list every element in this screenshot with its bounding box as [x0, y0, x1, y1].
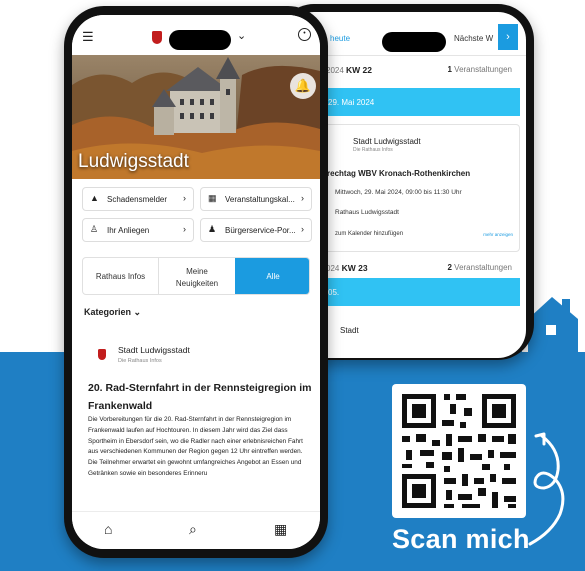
warning-icon: ▲ — [90, 193, 99, 203]
event-org-sub: Die Rathaus Infos — [353, 147, 393, 153]
quick-button-label: Bürgerservice-Por... — [225, 226, 296, 235]
dynamic-island — [382, 32, 446, 52]
chevron-right-icon: › — [183, 193, 186, 203]
chevron-right-icon: › — [301, 224, 304, 234]
event-time: Mittwoch, 29. Mai 2024, 09:00 bis 11:30 … — [335, 189, 462, 196]
calendar-icon[interactable]: ▦ — [274, 521, 287, 538]
calendar-icon: ▦ — [208, 193, 217, 203]
coat-of-arms-icon — [98, 349, 106, 360]
show-more-link[interactable]: mehr anzeigen — [483, 232, 513, 237]
tab-label: Alle — [266, 272, 280, 281]
curved-arrow-icon — [528, 432, 565, 546]
city-name: Ludwigsstadt — [78, 151, 189, 172]
quick-button-veranstaltungskalender[interactable]: ▦ Veranstaltungskal... › — [200, 187, 312, 211]
feed-tabs: Rathaus Infos Meine Neuigkeiten Alle — [82, 257, 310, 295]
user-circle-icon[interactable]: • — [298, 28, 311, 41]
chevron-right-icon: › — [183, 224, 186, 234]
event-count-label: Veranstaltungen — [454, 263, 512, 272]
news-org: Stadt Ludwigsstadt — [118, 345, 190, 355]
event-card[interactable]: Stadt Ludwigsstadt Die Rathaus Infos rec… — [322, 124, 520, 252]
categories-label: Kategorien — [84, 307, 132, 317]
home-screen: ☰ ⌄ • 🔔 Ludwigsstadt ▲ Schadensmelder › … — [72, 15, 320, 549]
tab-today[interactable]: heute — [330, 34, 350, 43]
top-bar: ☰ ⌄ • — [72, 15, 320, 55]
dynamic-island — [169, 30, 231, 50]
hamburger-menu-icon[interactable]: ☰ — [82, 29, 94, 45]
coat-of-arms-icon — [152, 31, 162, 44]
quick-button-buergerservice[interactable]: ♟ Bürgerservice-Por... › — [200, 218, 312, 242]
event-count-label: Veranstaltungen — [454, 65, 512, 74]
tab-meine-neuigkeiten[interactable]: Meine Neuigkeiten — [159, 258, 235, 294]
week-number: KW 23 — [341, 263, 368, 273]
scan-me-label: Scan mich — [392, 524, 530, 554]
quick-button-schadensmelder[interactable]: ▲ Schadensmelder › — [82, 187, 194, 211]
quick-button-label: Ihr Anliegen — [107, 226, 150, 235]
chevron-right-icon[interactable]: › — [498, 24, 518, 50]
tab-next-week[interactable]: Nächste W — [454, 34, 493, 43]
tab-rathaus-infos[interactable]: Rathaus Infos — [83, 258, 159, 294]
search-icon[interactable]: ⌕ — [189, 521, 197, 538]
event-count: 2 — [447, 263, 452, 272]
home-icon[interactable]: ⌂ — [104, 521, 112, 537]
chevron-down-icon: ⌄ — [133, 307, 142, 317]
home-phone: ☰ ⌄ • 🔔 Ludwigsstadt ▲ Schadensmelder › … — [64, 6, 328, 558]
chevron-right-icon: › — [301, 193, 304, 203]
tab-alle[interactable]: Alle — [235, 258, 309, 294]
quick-button-anliegen[interactable]: ♙ Ihr Anliegen › — [82, 218, 194, 242]
event-org: Stadt — [340, 326, 359, 335]
week-year: 2024 — [326, 66, 344, 75]
categories-dropdown[interactable]: Kategorien ⌄ — [84, 307, 141, 318]
week-number: KW 22 — [346, 65, 373, 75]
date-label: 29. Mai 2024 — [328, 98, 375, 107]
quick-button-label: Veranstaltungskal... — [225, 195, 295, 204]
news-body: Die Vorbereitungen für die 20. Rad-Stern… — [88, 416, 303, 477]
news-title[interactable]: 20. Rad-Sternfahrt in der Rennsteigregio… — [88, 379, 312, 415]
tab-label: Meine Neuigkeiten — [175, 267, 219, 288]
date-label: 05. — [328, 288, 340, 297]
news-org-sub: Die Rathaus Infos — [118, 358, 162, 364]
people-icon: ♟ — [208, 224, 217, 234]
chevron-down-icon[interactable]: ⌄ — [237, 29, 246, 42]
date-header: 05. — [322, 278, 520, 306]
quick-button-label: Schadensmelder — [107, 195, 168, 204]
event-location: Rathaus Ludwigsstadt — [335, 209, 399, 216]
person-edit-icon: ♙ — [90, 224, 99, 234]
date-header: 29. Mai 2024 — [322, 88, 520, 116]
add-to-calendar-link[interactable]: zum Kalender hinzufügen — [335, 231, 403, 237]
bottom-nav: ⌂ ⌕ ▦ — [72, 511, 320, 549]
qr-code-icon[interactable] — [392, 384, 526, 518]
event-org: Stadt Ludwigsstadt — [353, 137, 421, 146]
tab-label: Rathaus Infos — [95, 272, 146, 281]
week-year: 024 — [326, 264, 340, 273]
event-count: 1 — [447, 65, 452, 74]
event-title: rechtag WBV Kronach-Rothenkirchen — [327, 169, 471, 178]
bell-icon[interactable]: 🔔 — [290, 73, 316, 99]
